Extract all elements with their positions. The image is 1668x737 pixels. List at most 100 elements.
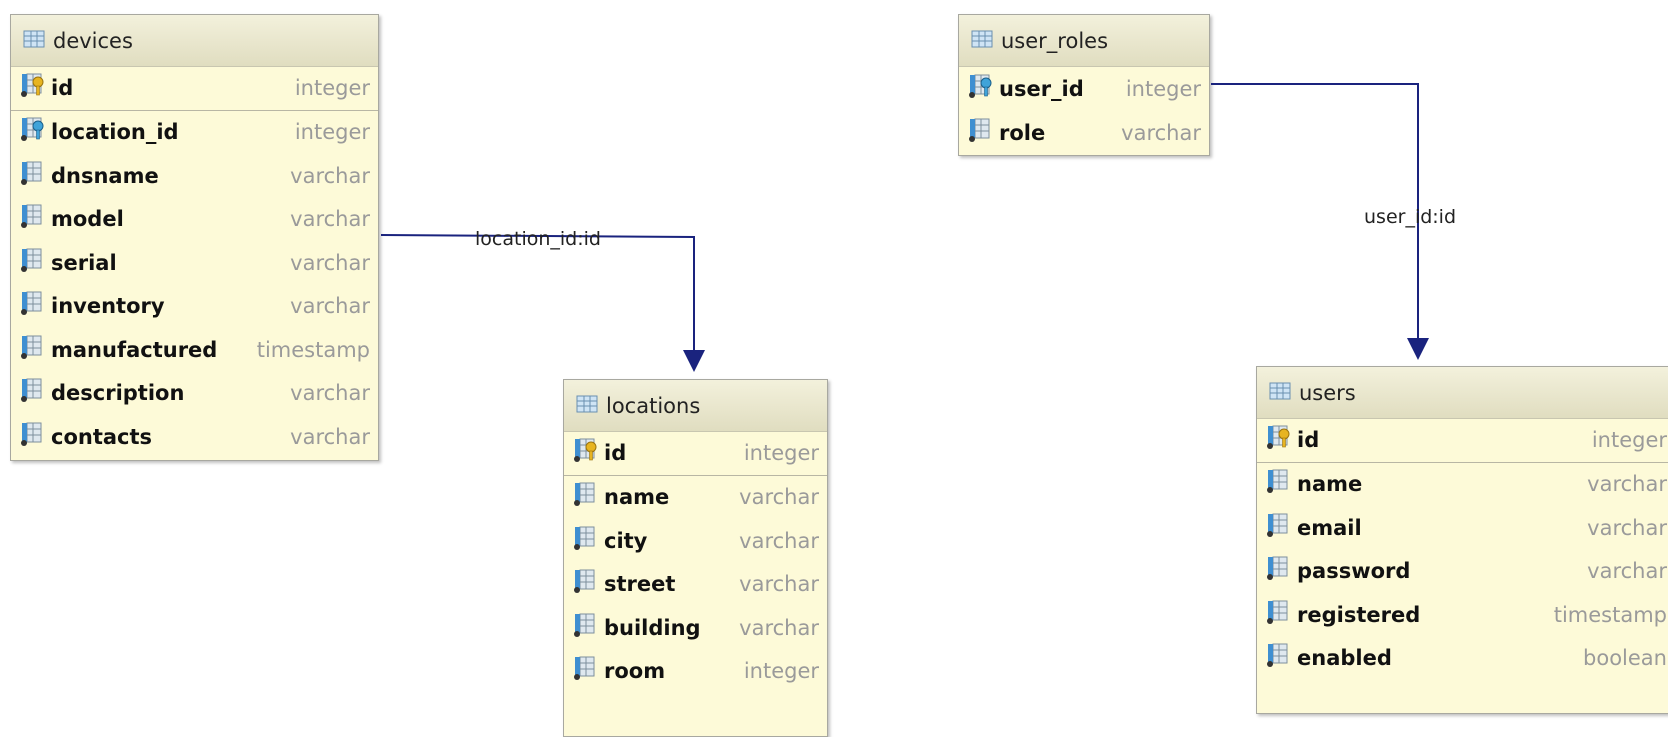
column-type: varchar [1587, 472, 1667, 497]
column-name: id [1297, 428, 1320, 453]
column-icon [574, 526, 598, 556]
column-row[interactable]: role varchar [959, 111, 1209, 155]
column-name: user_id [999, 77, 1084, 101]
column-type: timestamp [256, 337, 370, 362]
column-name: manufactured [51, 337, 218, 362]
column-row[interactable]: id integer [1257, 419, 1668, 463]
table-user-roles[interactable]: user_roles user_id integer role varchar [958, 14, 1210, 156]
table-users[interactable]: users id integer name varchar email varchar pa… [1256, 366, 1668, 714]
column-type: integer [294, 120, 370, 145]
table-locations[interactable]: locations id integer name varchar city varcha… [563, 379, 828, 737]
table-icon [971, 29, 993, 53]
column-row[interactable]: building varchar [564, 606, 827, 650]
column-type: varchar [739, 572, 819, 597]
column-name: description [51, 381, 185, 406]
column-type: varchar [1121, 121, 1201, 145]
table-devices[interactable]: devices id integer location_id integer dnsna… [10, 14, 379, 461]
column-name: name [1297, 472, 1363, 497]
column-type: boolean [1583, 646, 1667, 671]
column-type: varchar [290, 294, 370, 319]
column-row[interactable]: name varchar [1257, 463, 1668, 507]
column-row[interactable]: model varchar [11, 198, 378, 242]
relation-label-location-id: location_id:id [475, 228, 601, 250]
column-name: password [1297, 559, 1411, 584]
column-icon [574, 613, 598, 643]
column-row[interactable]: street varchar [564, 563, 827, 607]
column-row[interactable]: id integer [564, 432, 827, 476]
column-icon [1267, 513, 1291, 543]
column-icon [21, 335, 45, 365]
column-type: varchar [739, 615, 819, 640]
column-name: enabled [1297, 646, 1392, 671]
column-name: name [604, 485, 670, 510]
column-icon [21, 161, 45, 191]
column-row[interactable]: room integer [564, 650, 827, 694]
column-icon [574, 569, 598, 599]
column-type: integer [743, 659, 819, 684]
column-name: model [51, 207, 124, 232]
column-icon [574, 482, 598, 512]
relation-line-devices-locations[interactable] [380, 234, 695, 352]
column-row[interactable]: manufactured timestamp [11, 328, 378, 372]
column-name: id [51, 76, 74, 101]
column-name: email [1297, 515, 1362, 540]
column-type: varchar [290, 163, 370, 188]
column-row[interactable]: city varchar [564, 519, 827, 563]
column-name: inventory [51, 294, 165, 319]
column-row[interactable]: description varchar [11, 372, 378, 416]
column-icon [1267, 469, 1291, 499]
table-header[interactable]: locations [564, 380, 827, 432]
table-title: locations [606, 393, 701, 418]
column-name: serial [51, 250, 117, 275]
column-type: integer [1125, 77, 1201, 101]
column-icon [21, 204, 45, 234]
column-name: building [604, 615, 701, 640]
column-type: varchar [290, 207, 370, 232]
table-icon [23, 29, 45, 53]
table-title: devices [53, 28, 133, 53]
column-name: street [604, 572, 676, 597]
arrowhead-icon [683, 350, 705, 372]
column-type: varchar [1587, 515, 1667, 540]
column-name: room [604, 659, 666, 684]
column-row[interactable]: id integer [11, 67, 378, 111]
column-type: integer [294, 76, 370, 101]
table-title: user_roles [1001, 28, 1109, 53]
column-row[interactable]: password varchar [1257, 550, 1668, 594]
column-row[interactable]: email varchar [1257, 506, 1668, 550]
table-header[interactable]: devices [11, 15, 378, 67]
column-type: varchar [290, 250, 370, 275]
table-header[interactable]: users [1257, 367, 1668, 419]
primary-key-icon [574, 438, 598, 468]
column-row[interactable]: user_id integer [959, 67, 1209, 111]
column-row[interactable]: name varchar [564, 476, 827, 520]
column-row[interactable]: enabled boolean [1257, 637, 1668, 681]
column-row[interactable]: location_id integer [11, 111, 378, 155]
column-icon [1267, 556, 1291, 586]
column-name: contacts [51, 424, 153, 449]
column-name: dnsname [51, 163, 159, 188]
column-type: timestamp [1553, 602, 1667, 627]
column-icon [1267, 643, 1291, 673]
relation-label-user-id: user_id:id [1364, 206, 1457, 228]
column-type: varchar [290, 381, 370, 406]
column-icon [574, 656, 598, 686]
column-type: varchar [739, 485, 819, 510]
table-header[interactable]: user_roles [959, 15, 1209, 67]
column-type: varchar [739, 528, 819, 553]
column-name: role [999, 121, 1046, 145]
foreign-key-icon [969, 74, 993, 104]
column-row[interactable]: serial varchar [11, 241, 378, 285]
column-row[interactable]: registered timestamp [1257, 593, 1668, 637]
column-row[interactable]: contacts varchar [11, 415, 378, 459]
table-title: users [1299, 380, 1356, 405]
arrowhead-icon [1407, 338, 1429, 360]
column-row[interactable]: dnsname varchar [11, 154, 378, 198]
foreign-key-icon [21, 117, 45, 147]
table-columns: user_id integer role varchar [959, 67, 1209, 155]
column-type: integer [743, 441, 819, 466]
column-icon [21, 422, 45, 452]
column-type: varchar [1587, 559, 1667, 584]
primary-key-icon [1267, 425, 1291, 455]
column-row[interactable]: inventory varchar [11, 285, 378, 329]
